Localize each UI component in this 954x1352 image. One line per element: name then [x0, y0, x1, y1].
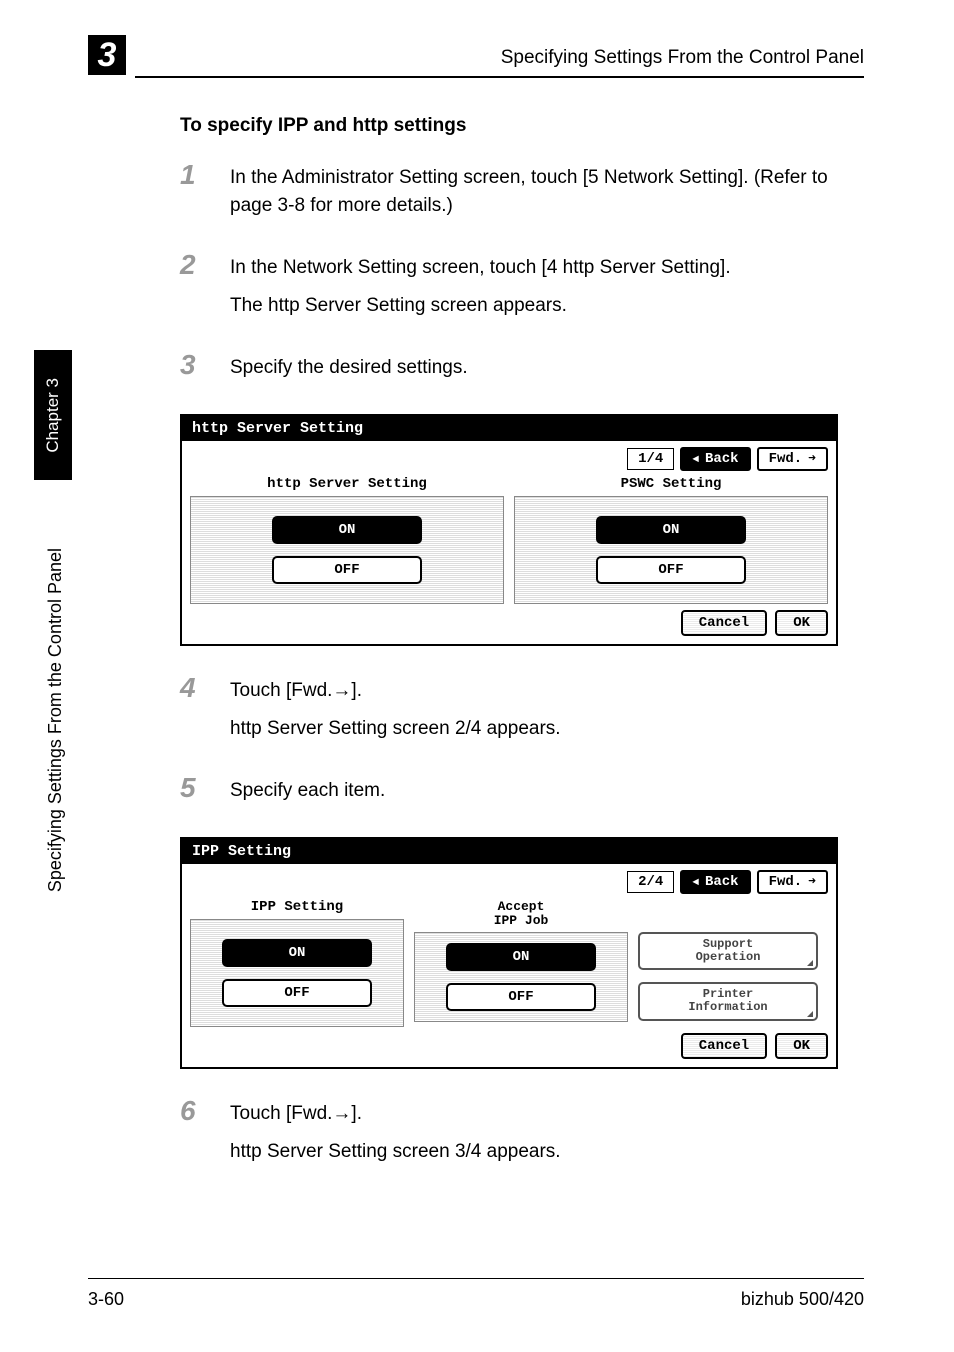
ok-button[interactable]: OK: [775, 610, 828, 636]
off-button[interactable]: OFF: [272, 556, 422, 584]
step-5: 5 Specify each item.: [180, 774, 864, 815]
pager-row: 1/4 Back Fwd.: [190, 447, 828, 471]
panel-title: PSWC Setting: [514, 477, 828, 492]
on-button[interactable]: ON: [596, 516, 746, 544]
step-number: 1: [180, 161, 230, 189]
sidebar-chapter-label: Chapter 3: [43, 378, 63, 453]
on-button[interactable]: ON: [222, 939, 372, 967]
fwd-label: Fwd.: [769, 874, 803, 890]
step-2: 2 In the Network Setting screen, touch […: [180, 251, 864, 329]
pager-row: 2/4 Back Fwd.: [190, 870, 828, 894]
step-number: 6: [180, 1097, 230, 1125]
panel-title: http Server Setting: [190, 477, 504, 492]
step-number: 3: [180, 351, 230, 379]
cancel-button[interactable]: Cancel: [681, 610, 767, 636]
step-body: Touch [Fwd.→]. http Server Setting scree…: [230, 1097, 561, 1175]
panel-title-line1: Accept: [498, 899, 545, 914]
step-body: Specify each item.: [230, 774, 385, 815]
panel-accept-ipp-job: Accept IPP Job ON OFF: [414, 900, 628, 1027]
step-1: 1 In the Administrator Setting screen, t…: [180, 161, 864, 229]
screen-title: http Server Setting: [182, 416, 836, 441]
sidebar-section-text: Specifying Settings From the Control Pan…: [45, 548, 66, 892]
step-body: In the Network Setting screen, touch [4 …: [230, 251, 731, 329]
content: To specify IPP and http settings 1 In th…: [180, 115, 864, 1197]
side-buttons: Support Operation Printer Information: [638, 900, 828, 1027]
back-label: Back: [705, 451, 739, 467]
back-button[interactable]: Back: [680, 447, 750, 471]
step-body: Specify the desired settings.: [230, 351, 468, 392]
panel-options: ON OFF: [414, 932, 628, 1022]
side-btn-line1: Printer: [703, 987, 753, 1001]
page-header-title: Specifying Settings From the Control Pan…: [501, 47, 864, 69]
panel-http-server: http Server Setting ON OFF: [190, 477, 504, 604]
panel-options: ON OFF: [190, 919, 404, 1027]
model-name: bizhub 500/420: [741, 1289, 864, 1310]
step-text: Touch [Fwd.→].: [230, 677, 561, 705]
side-btn-line2: Information: [688, 1000, 767, 1014]
chapter-badge: 3: [88, 35, 126, 75]
header-rule: [135, 76, 864, 78]
off-button[interactable]: OFF: [222, 979, 372, 1007]
step-number: 5: [180, 774, 230, 802]
screen-body: 2/4 Back Fwd. IPP Setting ON OFF Accept …: [182, 864, 836, 1067]
fwd-label: Fwd.: [769, 451, 803, 467]
panel-pswc: PSWC Setting ON OFF: [514, 477, 828, 604]
step-body: In the Administrator Setting screen, tou…: [230, 161, 864, 229]
step-number: 2: [180, 251, 230, 279]
on-button[interactable]: ON: [446, 943, 596, 971]
screen-ipp-setting: IPP Setting 2/4 Back Fwd. IPP Setting ON…: [180, 837, 838, 1069]
step-number: 4: [180, 674, 230, 702]
step-text: Touch [Fwd.→].: [230, 1100, 561, 1128]
screen-title: IPP Setting: [182, 839, 836, 864]
step-text: http Server Setting screen 3/4 appears.: [230, 1138, 561, 1166]
sidebar-chapter-tab: Chapter 3: [34, 350, 72, 480]
panel-title-line2: IPP Job: [494, 913, 549, 928]
sidebar-section-label: Specifying Settings From the Control Pan…: [40, 480, 70, 960]
page-footer: 3-60 bizhub 500/420: [88, 1278, 864, 1310]
section-heading: To specify IPP and http settings: [180, 115, 864, 137]
side-btn-line2: Operation: [696, 950, 761, 964]
off-button[interactable]: OFF: [446, 983, 596, 1011]
arrow-left-icon: [692, 451, 701, 467]
step-text: In the Administrator Setting screen, tou…: [230, 164, 864, 219]
step-body: Touch [Fwd.→]. http Server Setting scree…: [230, 674, 561, 752]
fwd-button[interactable]: Fwd.: [757, 870, 828, 894]
on-button[interactable]: ON: [272, 516, 422, 544]
page-number: 3-60: [88, 1289, 124, 1310]
page-indicator: 1/4: [627, 448, 674, 470]
panel-options: ON OFF: [514, 496, 828, 604]
step-6: 6 Touch [Fwd.→]. http Server Setting scr…: [180, 1097, 864, 1175]
back-button[interactable]: Back: [680, 870, 750, 894]
step-text: Specify the desired settings.: [230, 354, 468, 382]
ok-button[interactable]: OK: [775, 1033, 828, 1059]
screen-footer: Cancel OK: [190, 610, 828, 636]
panel-ipp: IPP Setting ON OFF: [190, 900, 404, 1027]
panel-options: ON OFF: [190, 496, 504, 604]
fwd-button[interactable]: Fwd.: [757, 447, 828, 471]
support-operation-button[interactable]: Support Operation: [638, 932, 818, 970]
step-4: 4 Touch [Fwd.→]. http Server Setting scr…: [180, 674, 864, 752]
cancel-button[interactable]: Cancel: [681, 1033, 767, 1059]
screen-body: 1/4 Back Fwd. http Server Setting ON OFF…: [182, 441, 836, 644]
step-text: The http Server Setting screen appears.: [230, 292, 731, 320]
screen-http-server-setting: http Server Setting 1/4 Back Fwd. http S…: [180, 414, 838, 646]
step-text: In the Network Setting screen, touch [4 …: [230, 254, 731, 282]
side-btn-line1: Support: [703, 937, 753, 951]
panels-row: http Server Setting ON OFF PSWC Setting …: [190, 477, 828, 604]
step-3: 3 Specify the desired settings.: [180, 351, 864, 392]
panel-title: Accept IPP Job: [414, 900, 628, 929]
off-button[interactable]: OFF: [596, 556, 746, 584]
panels-row: IPP Setting ON OFF Accept IPP Job ON OFF: [190, 900, 828, 1027]
printer-information-button[interactable]: Printer Information: [638, 982, 818, 1020]
back-label: Back: [705, 874, 739, 890]
arrow-right-icon: [806, 874, 816, 890]
step-text: http Server Setting screen 2/4 appears.: [230, 715, 561, 743]
step-text: Specify each item.: [230, 777, 385, 805]
panel-title: IPP Setting: [190, 900, 404, 915]
arrow-left-icon: [692, 874, 701, 890]
page-indicator: 2/4: [627, 871, 674, 893]
screen-footer: Cancel OK: [190, 1033, 828, 1059]
arrow-right-icon: [806, 451, 816, 467]
